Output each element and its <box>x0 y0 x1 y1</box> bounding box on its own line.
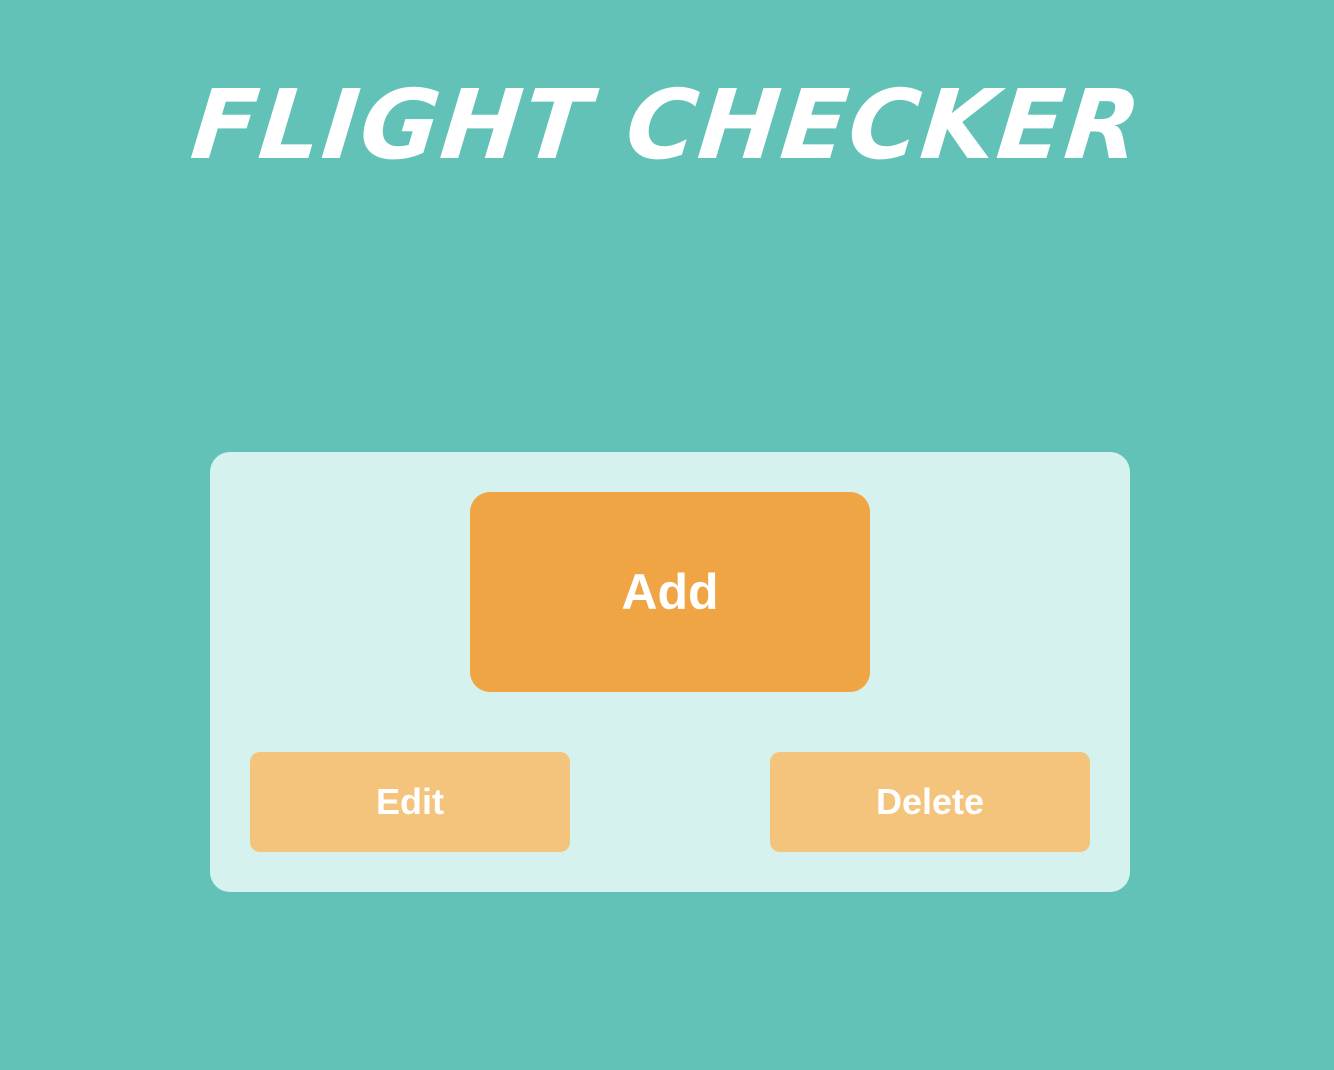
actions-panel: Add Edit Delete <box>210 452 1130 892</box>
edit-button[interactable]: Edit <box>250 752 570 852</box>
app-title: FLIGHT CHECKER <box>186 69 1148 181</box>
delete-button[interactable]: Delete <box>770 752 1090 852</box>
add-button[interactable]: Add <box>470 492 870 692</box>
